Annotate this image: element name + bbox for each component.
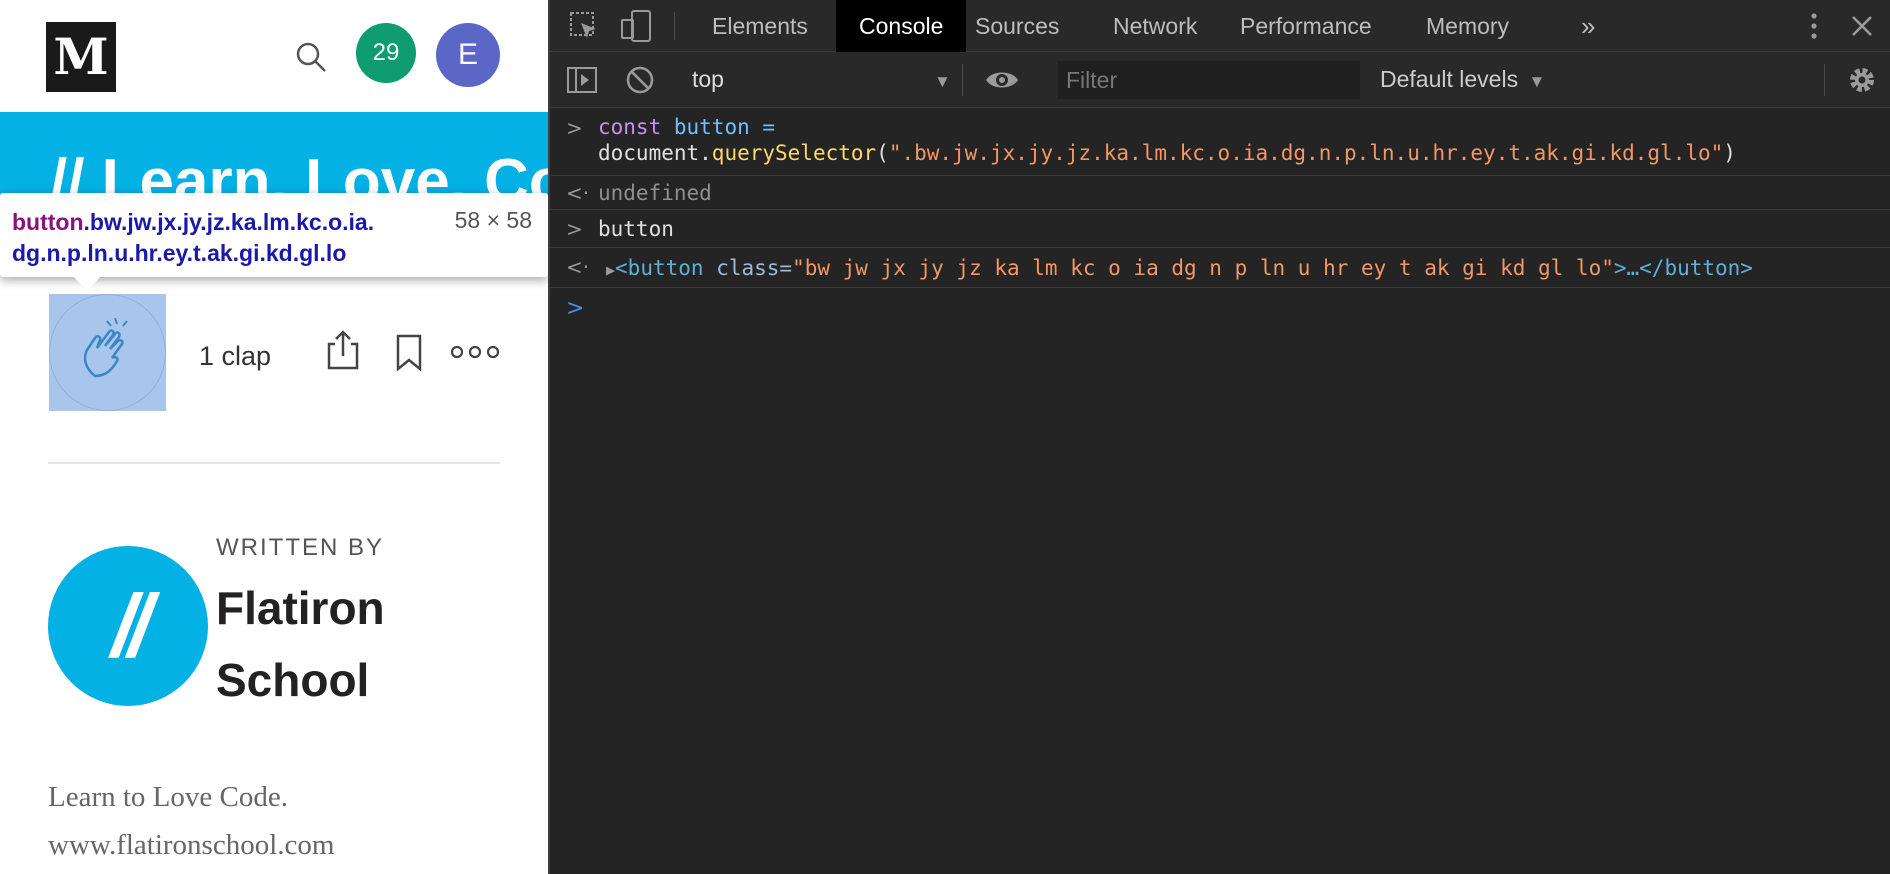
chevron-right-icon: > [566, 217, 583, 241]
toolbar-separator-3 [1824, 64, 1825, 96]
device-toolbar-icon[interactable] [618, 8, 654, 44]
console-result-entry: <· undefined [550, 176, 1890, 210]
more-options-icon[interactable] [450, 340, 500, 364]
tooltip-arrow [74, 277, 100, 291]
bio-line1: Learn to Love Code. [48, 781, 288, 813]
chevron-down-icon: ▼ [1528, 72, 1546, 91]
medium-page: M 29 E // Learn. Love. Code. button.bw.j… [0, 0, 548, 874]
more-tabs-icon[interactable]: » [1558, 0, 1618, 52]
author-name[interactable]: Flatiron School [216, 572, 546, 716]
toolbar-separator-2 [962, 64, 963, 96]
element-open-tag: <button [615, 256, 704, 280]
clap-count: 1 clap [199, 341, 272, 371]
author-name-line1: Flatiron [216, 582, 385, 634]
article-banner: // Learn. Love. Code. [0, 112, 548, 202]
toolbar-separator [674, 12, 675, 40]
console-result: undefined [598, 181, 712, 205]
tab-sources[interactable]: Sources [952, 0, 1082, 52]
bookmark-icon[interactable] [395, 334, 423, 372]
clap-button[interactable] [49, 294, 166, 411]
tooltip-selector-line2: dg.n.p.ln.u.hr.ey.t.ak.gi.kd.gl.lo [12, 240, 347, 266]
devtools-tabbar: Elements Console Sources Network Perform… [550, 0, 1890, 52]
console-code: button [598, 217, 674, 241]
tab-performance[interactable]: Performance [1217, 0, 1395, 52]
filter-input[interactable]: Filter [1058, 61, 1360, 99]
element-close-tag: >…</button> [1613, 256, 1753, 280]
console-input-entry[interactable]: > const button = document.querySelector(… [550, 108, 1890, 176]
tooltip-tag: button [12, 209, 84, 235]
code-variable: button [673, 115, 750, 139]
author-logo[interactable]: // [48, 546, 208, 706]
console-prompt-icon[interactable]: > [566, 296, 584, 321]
element-attr-value: "bw jw jx jy jz ka lm kc o ia dg n p ln … [792, 256, 1614, 280]
settings-gear-icon[interactable] [1844, 62, 1880, 98]
console-input-entry[interactable]: > button [550, 210, 1890, 248]
console-code: const button = document.querySelector(".… [598, 115, 1736, 165]
return-arrow-icon: <· [566, 181, 590, 205]
console-toolbar: top ▼ Filter Default levels ▼ [550, 52, 1890, 108]
bio-line2: www.flatironschool.com [48, 829, 335, 861]
author-name-line2: School [216, 654, 370, 706]
element-attr-name: class= [703, 256, 793, 280]
written-by-label: WRITTEN BY [216, 534, 384, 561]
avatar[interactable]: E [436, 23, 500, 87]
tooltip-size: 58 × 58 [454, 207, 532, 233]
tab-memory[interactable]: Memory [1403, 0, 1532, 52]
tab-elements[interactable]: Elements [689, 0, 831, 52]
element-node[interactable]: ▶<button class="bw jw jx jy jz ka lm kc … [606, 255, 1753, 283]
code-string: ".bw.jw.jx.jy.jz.ka.lm.kc.o.ia.dg.n.p.ln… [888, 141, 1724, 165]
chevron-down-icon[interactable]: ▼ [934, 72, 951, 92]
sidebar-toggle-icon[interactable] [564, 62, 600, 98]
expand-triangle-icon[interactable]: ▶ [606, 261, 615, 279]
code-operator: = [749, 115, 776, 139]
inspect-tooltip: button.bw.jw.jx.jy.jz.ka.lm.kc.o.ia. dg.… [0, 193, 548, 277]
notification-badge[interactable]: 29 [356, 23, 416, 83]
divider [48, 462, 500, 464]
search-icon[interactable] [294, 40, 328, 74]
tooltip-selector: button.bw.jw.jx.jy.jz.ka.lm.kc.o.ia. dg.… [12, 207, 432, 269]
author-bio: Learn to Love Code. www.flatironschool.c… [48, 773, 528, 869]
context-selector[interactable]: top [692, 66, 724, 93]
console-result-entry[interactable]: <· ▶<button class="bw jw jx jy jz ka lm … [550, 248, 1890, 288]
code-keyword: const [598, 115, 662, 139]
tab-network[interactable]: Network [1090, 0, 1220, 52]
eye-icon[interactable] [984, 62, 1020, 98]
clear-console-icon[interactable] [622, 62, 658, 98]
tooltip-selector-rest: .bw.jw.jx.jy.jz.ka.lm.kc.o.ia. [83, 209, 375, 235]
log-levels-dropdown[interactable]: Default levels ▼ [1380, 66, 1545, 93]
code-function: querySelector [711, 141, 877, 165]
share-icon[interactable] [325, 328, 361, 372]
inspect-element-icon[interactable] [566, 8, 602, 44]
code-object: document. [598, 141, 712, 165]
medium-logo[interactable]: M [46, 22, 116, 92]
chevron-right-icon: > [566, 116, 583, 140]
kebab-menu-icon[interactable] [1796, 8, 1832, 44]
log-levels-label: Default levels [1380, 66, 1519, 92]
close-icon[interactable] [1844, 8, 1880, 44]
return-arrow-icon: <· [566, 255, 590, 279]
devtools-panel: Elements Console Sources Network Perform… [548, 0, 1890, 874]
clap-icon [83, 318, 128, 378]
tab-console[interactable]: Console [836, 0, 967, 52]
